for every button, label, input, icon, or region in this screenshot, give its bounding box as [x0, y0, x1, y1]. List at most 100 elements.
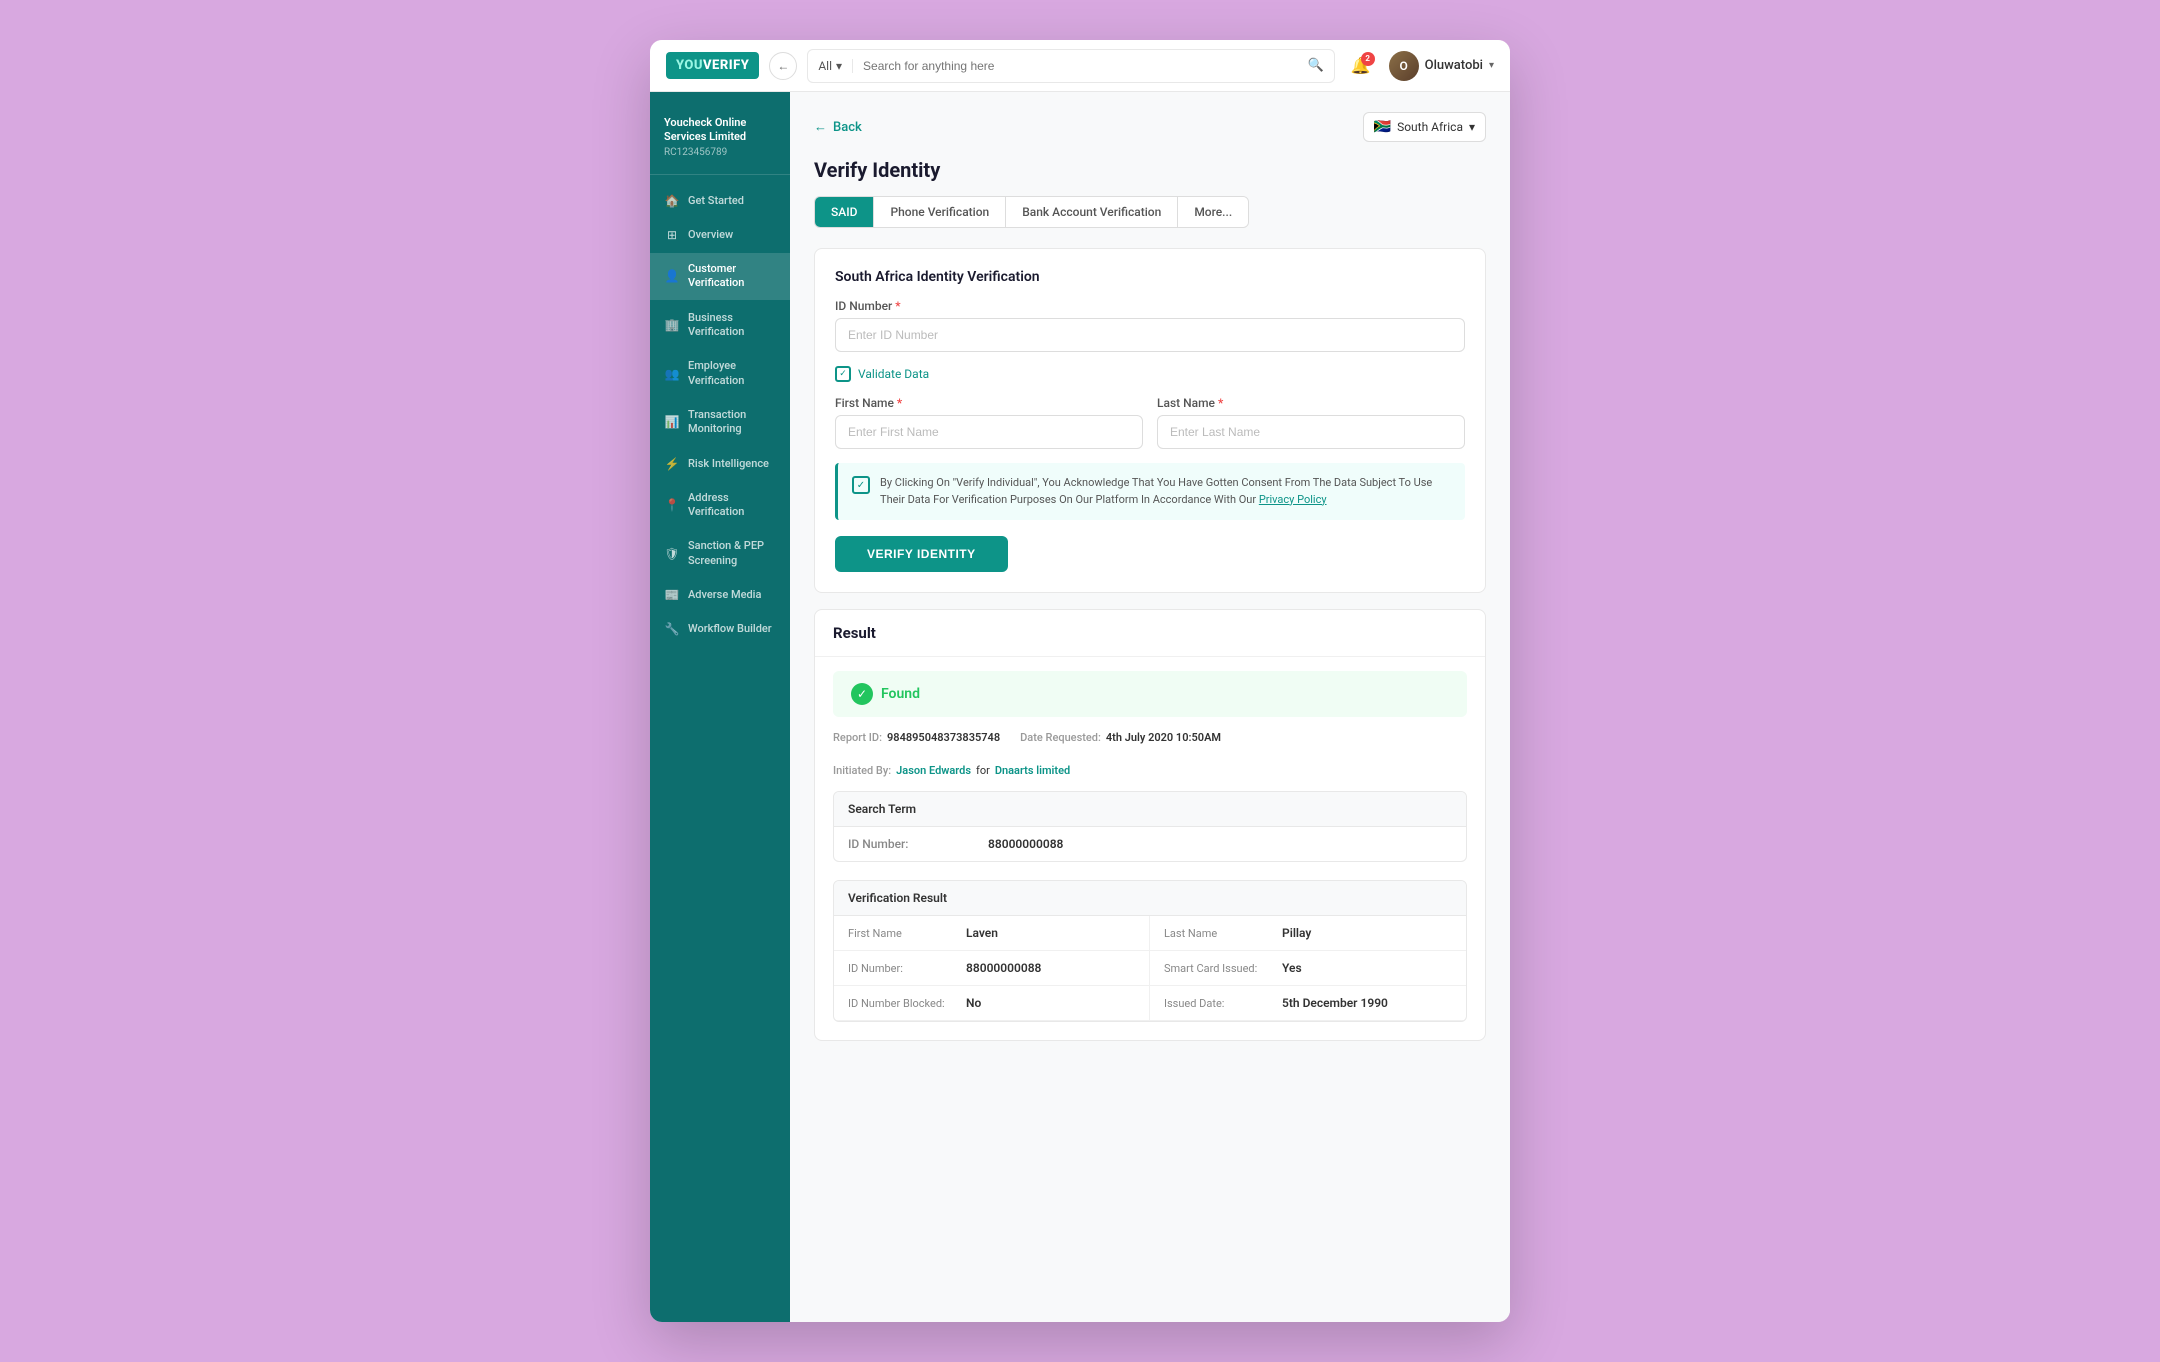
back-link[interactable]: ← Back [814, 119, 862, 135]
initiated-by-org[interactable]: Dnaarts limited [995, 764, 1070, 777]
sidebar-item-customer-verification[interactable]: 👤 Customer Verification [650, 253, 790, 300]
consent-check-icon: ✓ [852, 476, 870, 494]
search-filter-label: All [818, 59, 832, 73]
last-name-group: Last Name * [1157, 396, 1465, 449]
logo: YOUVERIFY [666, 52, 759, 79]
notification-button[interactable]: 🔔 2 [1345, 50, 1377, 82]
tab-phone-verification[interactable]: Phone Verification [874, 197, 1006, 227]
tab-more[interactable]: More... [1178, 197, 1248, 227]
sidebar-item-risk-intelligence[interactable]: ⚡ Risk Intelligence [650, 448, 790, 480]
chevron-down-icon: ▾ [836, 59, 842, 73]
report-id-label: Report ID: [833, 731, 882, 744]
business-verification-icon: 🏢 [664, 318, 680, 332]
verification-result-table: Verification Result First Name Laven Las… [833, 880, 1467, 1022]
verify-identity-button[interactable]: VERIFY IDENTITY [835, 536, 1008, 572]
privacy-policy-link[interactable]: Privacy Policy [1259, 493, 1327, 506]
user-menu[interactable]: O Oluwatobi ▾ [1389, 51, 1494, 81]
search-bar: All ▾ 🔍 [807, 49, 1334, 83]
avatar-initials: O [1399, 59, 1407, 73]
user-menu-chevron-icon: ▾ [1489, 60, 1494, 71]
date-requested-item: Date Requested: 4th July 2020 10:50AM [1020, 731, 1221, 744]
vr-value-id-blocked: No [966, 996, 981, 1010]
validate-data-checkbox[interactable]: ✓ Validate Data [835, 366, 1465, 382]
avatar: O [1389, 51, 1419, 81]
name-row: First Name * Last Name * [835, 396, 1465, 463]
sidebar-item-employee-verification[interactable]: 👥 Employee Verification [650, 350, 790, 397]
vr-value-first-name: Laven [966, 926, 998, 940]
workflow-builder-icon: 🔧 [664, 622, 680, 636]
org-name: Youcheck Online Services Limited [664, 116, 776, 145]
vr-label-id-blocked: ID Number Blocked: [848, 997, 958, 1010]
tab-bank-account-verification[interactable]: Bank Account Verification [1006, 197, 1178, 227]
first-name-label: First Name * [835, 396, 1143, 410]
first-name-group: First Name * [835, 396, 1143, 449]
country-chevron-icon: ▾ [1469, 120, 1475, 134]
sidebar-item-adverse-media[interactable]: 📰 Adverse Media [650, 579, 790, 611]
vr-cell-issued-date: Issued Date: 5th December 1990 [1150, 986, 1466, 1021]
initiated-by-item: Initiated By: Jason Edwards for Dnaarts … [833, 764, 1070, 777]
vr-label-first-name: First Name [848, 927, 958, 940]
back-arrow-icon: ← [814, 119, 827, 135]
country-flag: 🇿🇦 [1374, 119, 1391, 135]
back-label: Back [833, 120, 862, 135]
adverse-media-icon: 📰 [664, 588, 680, 602]
validate-label: Validate Data [858, 367, 929, 381]
vr-value-issued-date: 5th December 1990 [1282, 996, 1388, 1010]
country-selector[interactable]: 🇿🇦 South Africa ▾ [1363, 112, 1486, 142]
vr-cell-last-name: Last Name Pillay [1150, 916, 1466, 951]
vr-label-issued-date: Issued Date: [1164, 997, 1274, 1010]
verification-result-header: Verification Result [834, 881, 1466, 916]
last-name-input[interactable] [1157, 415, 1465, 449]
sidebar-item-business-verification[interactable]: 🏢 Business Verification [650, 302, 790, 349]
sidebar-item-label: Risk Intelligence [688, 457, 769, 471]
date-requested-label: Date Requested: [1020, 731, 1101, 744]
initiated-by-name[interactable]: Jason Edwards [896, 764, 971, 777]
sidebar-item-overview[interactable]: ⊞ Overview [650, 219, 790, 251]
first-name-required: * [897, 396, 902, 410]
org-info: Youcheck Online Services Limited RC12345… [650, 108, 790, 175]
sanction-pep-icon: 🛡 [664, 547, 680, 561]
logo-verify: VERIFY [703, 58, 749, 73]
topbar-back-button[interactable]: ← [769, 52, 797, 80]
found-banner: ✓ Found [833, 671, 1467, 717]
address-verification-icon: 📍 [664, 498, 680, 512]
first-name-input[interactable] [835, 415, 1143, 449]
sidebar-item-label: Transaction Monitoring [688, 408, 776, 437]
overview-icon: ⊞ [664, 228, 680, 242]
sidebar-item-transaction-monitoring[interactable]: 📊 Transaction Monitoring [650, 399, 790, 446]
report-meta: Report ID: 984895048373835748 Date Reque… [815, 731, 1485, 791]
sidebar-item-label: Get Started [688, 194, 744, 208]
content-area: ← Back 🇿🇦 South Africa ▾ Verify Identity… [790, 92, 1510, 1322]
notification-badge: 2 [1361, 52, 1375, 66]
sidebar-item-label: Adverse Media [688, 588, 761, 602]
id-number-label: ID Number * [835, 299, 1465, 313]
sidebar-item-get-started[interactable]: 🏠 Get Started [650, 185, 790, 217]
tab-group: SAID Phone Verification Bank Account Ver… [814, 196, 1249, 228]
sidebar-item-workflow-builder[interactable]: 🔧 Workflow Builder [650, 613, 790, 645]
sidebar-item-sanction-pep[interactable]: 🛡 Sanction & PEP Screening [650, 530, 790, 577]
id-number-input[interactable] [835, 318, 1465, 352]
app-window: YOUVERIFY ← All ▾ 🔍 🔔 2 O Oluwatobi ▾ [650, 40, 1510, 1322]
vr-cell-id-blocked: ID Number Blocked: No [834, 986, 1150, 1021]
vr-label-id-number: ID Number: [848, 962, 958, 975]
tab-said[interactable]: SAID [815, 197, 874, 227]
vr-cell-first-name: First Name Laven [834, 916, 1150, 951]
get-started-icon: 🏠 [664, 194, 680, 208]
search-input[interactable] [853, 59, 1297, 73]
search-filter-dropdown[interactable]: All ▾ [808, 59, 853, 73]
search-term-table: Search Term ID Number: 88000000088 [833, 791, 1467, 862]
date-requested-value: 4th July 2020 10:50AM [1106, 731, 1221, 744]
org-rc: RC123456789 [664, 147, 776, 158]
page-title: Verify Identity [814, 158, 1486, 182]
employee-verification-icon: 👥 [664, 367, 680, 381]
sidebar-item-address-verification[interactable]: 📍 Address Verification [650, 482, 790, 529]
vr-cell-id-number: ID Number: 88000000088 [834, 951, 1150, 986]
topbar: YOUVERIFY ← All ▾ 🔍 🔔 2 O Oluwatobi ▾ [650, 40, 1510, 92]
country-name: South Africa [1397, 120, 1463, 134]
search-icon: 🔍 [1297, 58, 1333, 73]
vr-value-smart-card: Yes [1282, 961, 1302, 975]
topbar-right: 🔔 2 O Oluwatobi ▾ [1345, 50, 1494, 82]
logo-you: YOU [676, 58, 703, 73]
last-name-required: * [1218, 396, 1223, 410]
report-id-item: Report ID: 984895048373835748 [833, 731, 1000, 744]
